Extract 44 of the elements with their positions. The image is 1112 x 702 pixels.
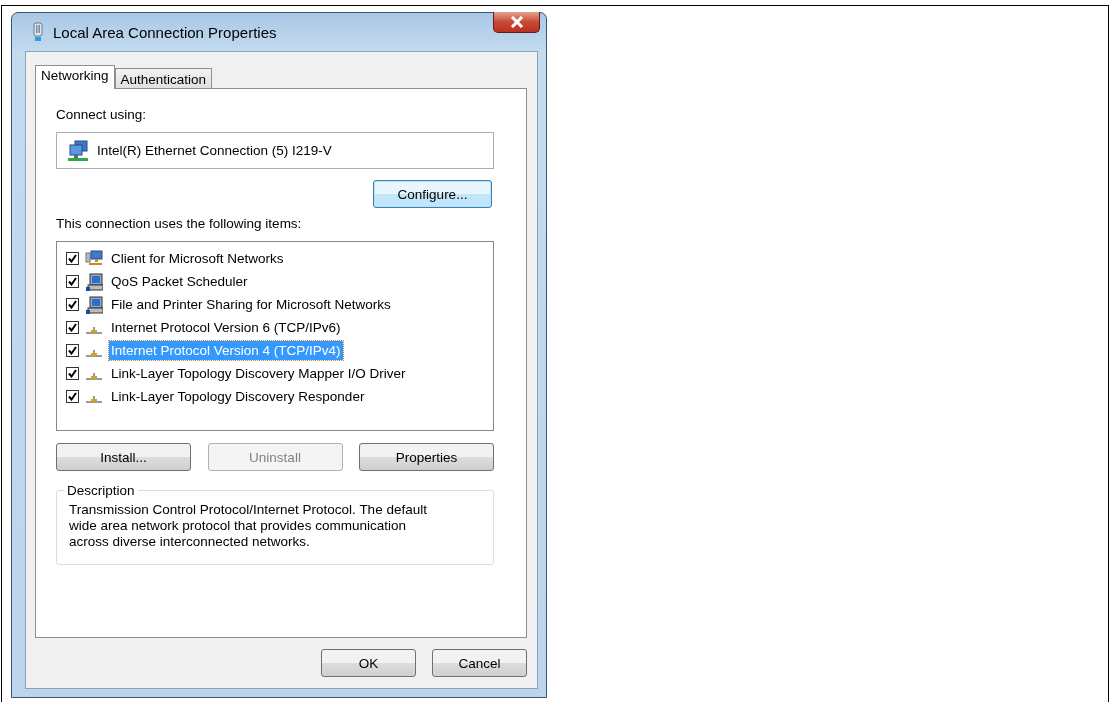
- button[interactable]: Cancel: [432, 649, 527, 677]
- list-item[interactable]: Internet Protocol Version 6 (TCP/IPv6): [109, 318, 343, 337]
- check-icon: [68, 277, 77, 286]
- checkbox[interactable]: [66, 367, 79, 380]
- description-text: Transmission Control Protocol/Internet Protocol. The default wide area network protocol that provides communication across diverse interconnected networks.: [69, 502, 428, 550]
- computer-icon: [85, 295, 103, 314]
- window-title: Local Area Connection Properties: [53, 23, 277, 41]
- list-item[interactable]: Client for Microsoft Networks: [109, 249, 286, 268]
- button[interactable]: OK: [321, 649, 416, 677]
- check-icon: [68, 346, 77, 355]
- tab[interactable]: Authentication: [114, 68, 213, 88]
- description-title: Description: [66, 483, 136, 498]
- items-label: This connection uses the following items:: [56, 216, 303, 232]
- checkbox[interactable]: [66, 252, 79, 265]
- list-item[interactable]: QoS Packet Scheduler: [109, 272, 250, 291]
- protocol-icon: [86, 371, 102, 380]
- list-item[interactable]: Link-Layer Topology Discovery Responder: [109, 387, 367, 406]
- configure-button[interactable]: Configure...: [373, 180, 492, 208]
- check-icon: [68, 323, 77, 332]
- protocol-icon: [86, 394, 102, 403]
- list-item[interactable]: File and Printer Sharing for Microsoft Networks: [109, 295, 393, 314]
- check-icon: [68, 369, 77, 378]
- computers-icon: [67, 139, 89, 162]
- adapter-name: Intel(R) Ethernet Connection (5) I219-V: [97, 143, 332, 158]
- protocol-icon: [86, 325, 102, 334]
- client-computer-icon: [85, 249, 103, 268]
- button[interactable]: Properties: [359, 443, 494, 471]
- checkbox[interactable]: [66, 344, 79, 357]
- tab[interactable]: Networking: [35, 65, 115, 89]
- list-item[interactable]: Link-Layer Topology Discovery Mapper I/O Driver: [109, 364, 408, 383]
- checkbox[interactable]: [66, 275, 79, 288]
- button[interactable]: Install...: [56, 443, 191, 471]
- checkbox[interactable]: [66, 321, 79, 334]
- close-icon: [509, 16, 524, 28]
- protocol-icon: [86, 348, 102, 357]
- close-button[interactable]: [493, 12, 540, 33]
- checkbox[interactable]: [66, 390, 79, 403]
- network-plug-icon: [32, 22, 44, 42]
- checkbox[interactable]: [66, 298, 79, 311]
- connect-using-label: Connect using:: [56, 107, 148, 123]
- check-icon: [68, 300, 77, 309]
- computer-icon: [85, 272, 103, 291]
- check-icon: [68, 254, 77, 263]
- check-icon: [68, 392, 77, 401]
